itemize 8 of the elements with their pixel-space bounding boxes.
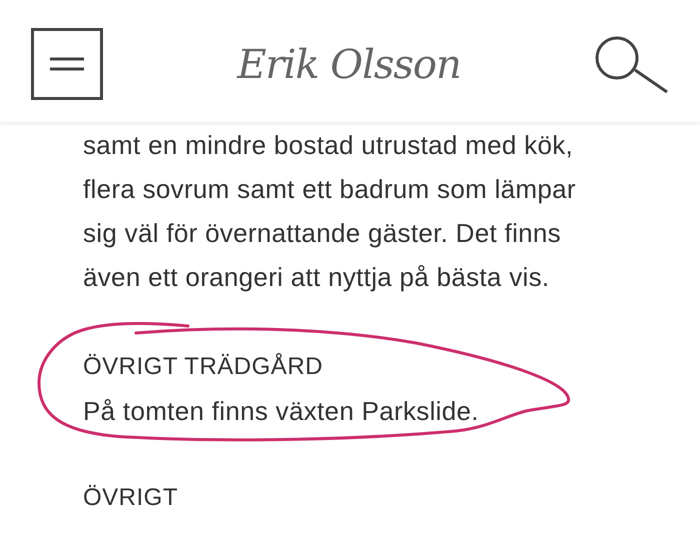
menu-button[interactable] (31, 28, 103, 100)
body-paragraph: samt en mindre bostad utrustad med kök, flera sovrum samt ett badrum som lämpar sig väl för övernattande gäster. Det finns även ett orangeri att nyttja på bästa vis. (83, 129, 576, 294)
menu-icon (50, 57, 84, 71)
search-icon[interactable] (595, 36, 669, 94)
section-heading: ÖVRIGT (83, 483, 178, 513)
logo[interactable]: Erik Olsson (237, 35, 461, 95)
section-heading: ÖVRIGT TRÄDGÅRD (83, 352, 323, 382)
body-paragraph: På tomten finns växten Parkslide. (83, 395, 479, 428)
